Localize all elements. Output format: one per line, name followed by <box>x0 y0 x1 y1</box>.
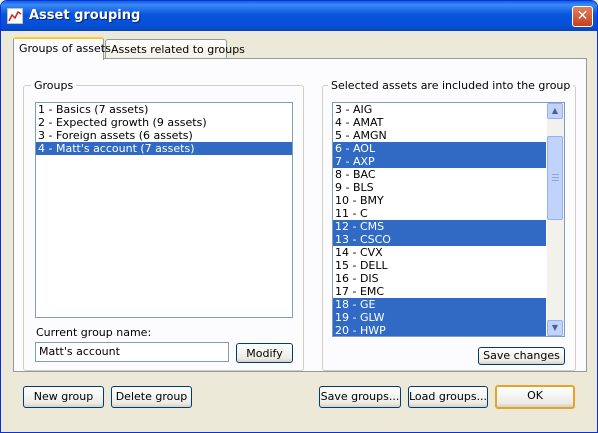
chart-app-icon <box>7 8 23 24</box>
list-item[interactable]: 6 - AOL <box>333 142 546 155</box>
list-item[interactable]: 3 - AIG <box>333 103 546 116</box>
ok-button[interactable]: OK <box>495 385 575 409</box>
tab-groups-of-assets[interactable]: Groups of assets <box>13 37 111 60</box>
groups-listbox[interactable]: 1 - Basics (7 assets) 2 - Expected growth… <box>35 102 293 318</box>
list-item[interactable]: 4 - Matt's account (7 assets) <box>36 142 292 155</box>
assets-listbox[interactable]: 3 - AIG 4 - AMAT 5 - AMGN 6 - AOL 7 - AXP 8 -… <box>332 102 565 337</box>
tab-assets-related-to-groups[interactable]: Assets related to groups <box>105 39 245 60</box>
list-item[interactable]: 17 - EMC <box>333 285 546 298</box>
list-item[interactable]: 15 - DELL <box>333 259 546 272</box>
list-item[interactable]: 19 - GLW <box>333 311 546 324</box>
list-item[interactable]: 9 - BLS <box>333 181 546 194</box>
list-item[interactable]: 2 - Expected growth (9 assets) <box>36 116 292 129</box>
current-group-label: Current group name: <box>36 326 152 339</box>
tab-label: Groups of assets <box>19 42 111 55</box>
close-icon[interactable]: ✕ <box>572 6 593 27</box>
list-item[interactable]: 4 - AMAT <box>333 116 546 129</box>
list-item[interactable]: 3 - Foreign assets (6 assets) <box>36 129 292 142</box>
list-item[interactable]: 16 - DIS <box>333 272 546 285</box>
save-changes-button[interactable]: Save changes <box>478 347 565 365</box>
assets-groupbox-title: Selected assets are included into the gr… <box>328 79 574 92</box>
list-item[interactable]: 5 - AMGN <box>333 129 546 142</box>
title-bar[interactable]: Asset grouping ✕ <box>1 1 597 31</box>
current-group-name-input[interactable]: Matt's account <box>35 342 229 362</box>
assets-scrollbar[interactable]: ▲ ▼ <box>547 103 564 336</box>
asset-grouping-dialog: Asset grouping ✕ Groups of assets Assets… <box>0 0 598 433</box>
list-item[interactable]: 12 - CMS <box>333 220 546 233</box>
scroll-thumb[interactable] <box>547 136 563 220</box>
groups-groupbox-title: Groups <box>31 79 77 92</box>
window-title: Asset grouping <box>29 8 141 23</box>
list-item[interactable]: 11 - C <box>333 207 546 220</box>
list-item[interactable]: 8 - BAC <box>333 168 546 181</box>
modify-button[interactable]: Modify <box>236 343 293 363</box>
scroll-up-icon[interactable]: ▲ <box>547 103 563 119</box>
list-item[interactable]: 7 - AXP <box>333 155 546 168</box>
list-item[interactable]: 13 - CSCO <box>333 233 546 246</box>
new-group-button[interactable]: New group <box>23 386 104 408</box>
list-item[interactable]: 14 - CVX <box>333 246 546 259</box>
delete-group-button[interactable]: Delete group <box>111 386 192 408</box>
list-item[interactable]: 10 - BMY <box>333 194 546 207</box>
tab-label: Assets related to groups <box>111 43 245 56</box>
save-groups-button[interactable]: Save groups... <box>319 386 401 408</box>
scroll-down-icon[interactable]: ▼ <box>547 320 563 336</box>
list-item[interactable]: 1 - Basics (7 assets) <box>36 103 292 116</box>
list-item[interactable]: 20 - HWP <box>333 324 546 336</box>
load-groups-button[interactable]: Load groups... <box>408 386 488 408</box>
list-item[interactable]: 18 - GE <box>333 298 546 311</box>
